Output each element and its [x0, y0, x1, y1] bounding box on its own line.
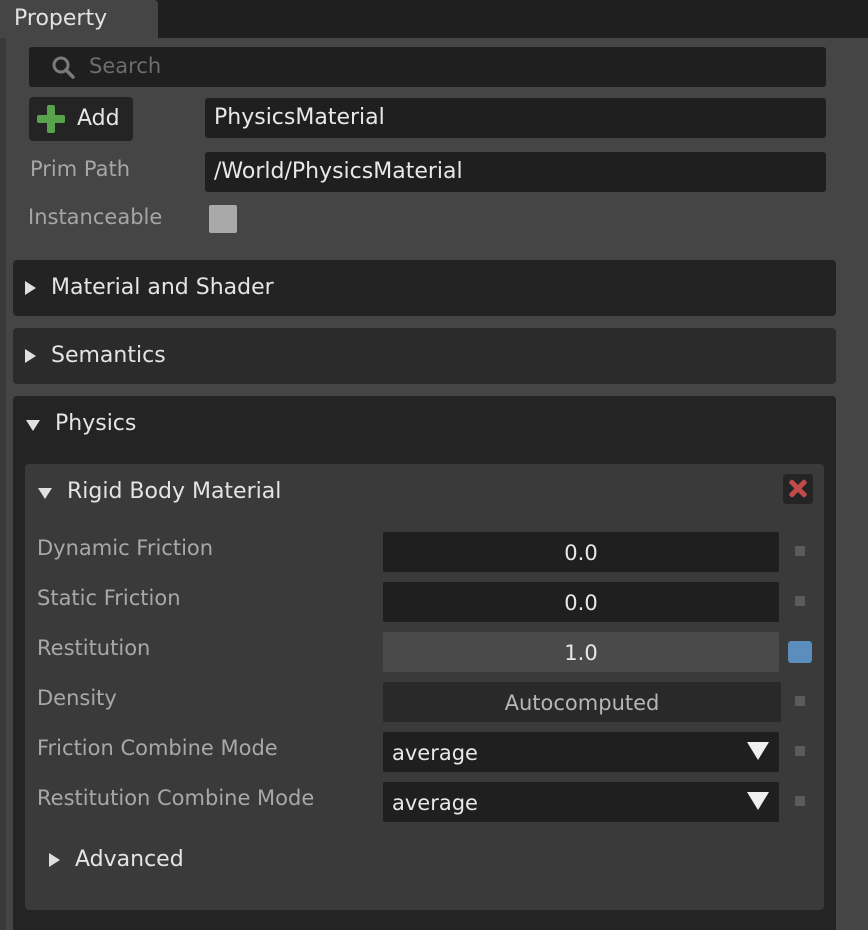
density-label: Density — [37, 686, 117, 710]
friction-combine-mode-label: Friction Combine Mode — [37, 736, 278, 760]
collapse-triangle-icon[interactable] — [26, 420, 40, 431]
plus-icon — [37, 105, 65, 133]
restitution-combine-mode-label: Restitution Combine Mode — [37, 786, 315, 810]
section-semantics[interactable]: Semantics — [13, 328, 836, 384]
add-button-label: Add — [77, 106, 120, 131]
search-input[interactable]: Search — [29, 47, 826, 87]
section-title: Semantics — [51, 343, 166, 368]
dynamic-friction-label: Dynamic Friction — [37, 536, 214, 560]
dropdown-value: average — [392, 791, 478, 815]
dynamic-friction-field[interactable]: 0.0 — [383, 532, 779, 572]
dropdown-arrow-icon — [747, 742, 769, 760]
dropdown-value: average — [392, 741, 478, 765]
restitution-combine-mode-dropdown[interactable]: average — [383, 782, 779, 822]
friction-combine-mode-dropdown[interactable]: average — [383, 732, 779, 772]
restitution-field[interactable]: 1.0 — [383, 632, 779, 672]
default-value-indicator[interactable] — [795, 546, 805, 556]
expand-triangle-icon[interactable] — [49, 853, 60, 867]
dropdown-arrow-icon — [747, 792, 769, 810]
static-friction-label: Static Friction — [37, 586, 181, 610]
modified-value-indicator[interactable] — [788, 641, 812, 663]
default-value-indicator[interactable] — [795, 746, 805, 756]
subsection-title[interactable]: Rigid Body Material — [67, 479, 281, 504]
section-title[interactable]: Physics — [55, 411, 136, 436]
section-material-and-shader[interactable]: Material and Shader — [13, 260, 836, 316]
search-placeholder: Search — [89, 54, 162, 78]
density-field[interactable]: Autocomputed — [383, 682, 781, 722]
add-button[interactable]: Add — [29, 97, 133, 141]
collapse-triangle-icon[interactable] — [38, 488, 52, 499]
prim-path-field[interactable]: /World/PhysicsMaterial — [205, 152, 826, 192]
restitution-label: Restitution — [37, 636, 151, 660]
advanced-section-label[interactable]: Advanced — [75, 847, 184, 872]
instanceable-label: Instanceable — [28, 205, 163, 229]
default-value-indicator[interactable] — [795, 596, 805, 606]
static-friction-field[interactable]: 0.0 — [383, 582, 779, 622]
remove-component-button[interactable] — [783, 474, 813, 504]
prim-name-field[interactable]: PhysicsMaterial — [205, 98, 826, 138]
search-icon — [52, 56, 75, 79]
section-title: Material and Shader — [51, 275, 274, 300]
tab-title: Property — [14, 6, 108, 31]
instanceable-checkbox[interactable] — [209, 205, 237, 233]
default-value-indicator[interactable] — [795, 696, 805, 706]
expand-triangle-icon — [25, 349, 36, 363]
prim-path-label: Prim Path — [30, 157, 131, 181]
default-value-indicator[interactable] — [795, 796, 805, 806]
expand-triangle-icon — [25, 281, 36, 295]
panel-edge — [0, 38, 6, 930]
tab-property[interactable]: Property — [0, 0, 158, 40]
